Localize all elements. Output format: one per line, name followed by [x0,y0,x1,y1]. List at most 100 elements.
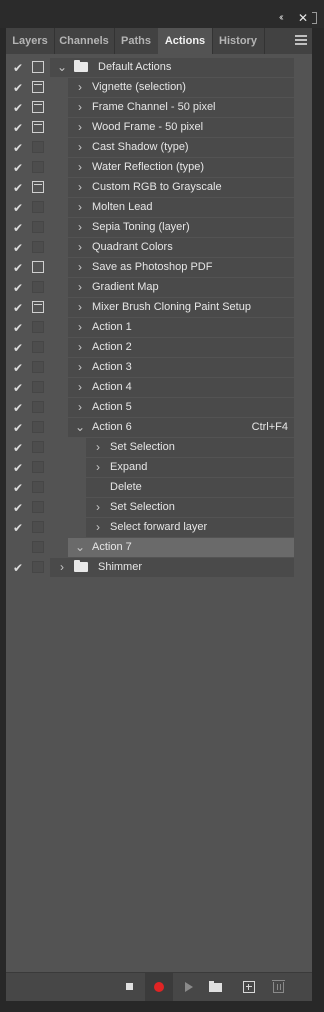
toggle-dialog-icon[interactable] [32,321,44,333]
action-step-row[interactable]: ✔ › Set Selection [6,498,296,518]
chevron-right-icon[interactable]: › [74,358,86,377]
panel-menu-icon[interactable] [295,35,307,46]
action-item-content[interactable]: › Water Reflection (type) [68,158,294,177]
action-item-content[interactable]: › Cast Shadow (type) [68,138,294,157]
toggle-dialog-icon[interactable] [32,201,44,213]
delete-button[interactable] [264,973,292,1001]
tab-actions[interactable]: Actions [158,28,213,54]
toggle-dialog-icon[interactable] [32,401,44,413]
chevron-right-icon[interactable]: › [74,338,86,357]
action-row[interactable]: ✔ › Quadrant Colors [6,238,296,258]
toggle-dialog-icon[interactable] [32,281,44,293]
toggle-item-checkbox[interactable]: ✔ [10,438,26,458]
chevron-right-icon[interactable]: › [92,438,104,457]
action-row[interactable]: ✔ › Molten Lead [6,198,296,218]
toggle-item-checkbox[interactable]: ✔ [10,558,26,578]
toggle-item-checkbox[interactable]: ✔ [10,158,26,178]
collapse-panel-icon[interactable]: ‹‹ [279,12,283,23]
action-step-row[interactable]: ✔ › Set Selection [6,438,296,458]
action-item-content[interactable]: › Quadrant Colors [68,238,294,257]
action-item-content[interactable]: › Action 3 [68,358,294,377]
toggle-dialog-icon[interactable] [32,341,44,353]
toggle-item-checkbox[interactable]: ✔ [10,318,26,338]
toggle-dialog-icon[interactable] [32,181,44,193]
action-item-content[interactable]: › Custom RGB to Grayscale [68,178,294,197]
chevron-right-icon[interactable]: › [92,458,104,477]
toggle-dialog-icon[interactable] [32,301,44,313]
action-item-content[interactable]: › Select forward layer [86,518,294,537]
action-row[interactable]: ✔ › Vignette (selection) [6,78,296,98]
chevron-right-icon[interactable]: › [56,558,68,577]
action-item-content[interactable]: › Action 2 [68,338,294,357]
action-row[interactable]: ⌄ Action 7 [6,538,296,558]
tab-paths[interactable]: Paths [114,28,159,54]
toggle-dialog-icon[interactable] [32,501,44,513]
chevron-right-icon[interactable]: › [74,98,86,117]
toggle-dialog-icon[interactable] [32,441,44,453]
action-row[interactable]: ✔ › Gradient Map [6,278,296,298]
toggle-item-checkbox[interactable]: ✔ [10,518,26,538]
action-item-content[interactable]: › Wood Frame - 50 pixel [68,118,294,137]
action-item-content[interactable]: › Action 4 [68,378,294,397]
chevron-right-icon[interactable]: › [74,198,86,217]
toggle-item-checkbox[interactable]: ✔ [10,218,26,238]
toggle-item-checkbox[interactable]: ✔ [10,498,26,518]
chevron-right-icon[interactable]: › [74,218,86,237]
action-row[interactable]: ✔ › Custom RGB to Grayscale [6,178,296,198]
toggle-dialog-icon[interactable] [32,421,44,433]
tab-channels[interactable]: Channels [54,28,115,54]
toggle-item-checkbox[interactable] [10,538,26,558]
chevron-right-icon[interactable]: › [74,258,86,277]
chevron-right-icon[interactable]: › [74,278,86,297]
toggle-item-checkbox[interactable]: ✔ [10,138,26,158]
action-row[interactable]: ✔ › Frame Channel - 50 pixel [6,98,296,118]
toggle-dialog-icon[interactable] [32,481,44,493]
toggle-dialog-icon[interactable] [32,121,44,133]
action-step-row[interactable]: ✔ › Expand [6,458,296,478]
action-item-content[interactable]: › Sepia Toning (layer) [68,218,294,237]
toggle-item-checkbox[interactable]: ✔ [10,238,26,258]
action-row[interactable]: ✔ › Action 3 [6,358,296,378]
action-row[interactable]: ✔ › Action 2 [6,338,296,358]
toggle-dialog-icon[interactable] [32,221,44,233]
record-button[interactable] [145,973,173,1001]
chevron-right-icon[interactable]: › [74,178,86,197]
chevron-right-icon[interactable]: › [74,298,86,317]
action-set-row[interactable]: ✔ ⌄ Default Actions [6,58,296,78]
action-item-content[interactable]: › Set Selection [86,438,294,457]
action-item-content[interactable]: › Set Selection [86,498,294,517]
toggle-dialog-icon[interactable] [32,81,44,93]
chevron-right-icon[interactable]: › [92,498,104,517]
chevron-right-icon[interactable]: › [74,378,86,397]
tab-layers[interactable]: Layers [6,28,55,54]
action-row[interactable]: ✔ ⌄ Action 6 Ctrl+F4 [6,418,296,438]
toggle-dialog-icon[interactable] [32,361,44,373]
chevron-right-icon[interactable]: › [74,158,86,177]
action-item-content[interactable]: › Expand [86,458,294,477]
action-row[interactable]: ✔ › Action 1 [6,318,296,338]
action-item-content[interactable]: › Gradient Map [68,278,294,297]
close-panel-icon[interactable]: ✕ [298,11,308,25]
action-step-row[interactable]: ✔ Delete [6,478,296,498]
chevron-right-icon[interactable]: › [74,398,86,417]
toggle-item-checkbox[interactable]: ✔ [10,338,26,358]
toggle-dialog-icon[interactable] [32,241,44,253]
action-item-content[interactable]: › Action 5 [68,398,294,417]
toggle-item-checkbox[interactable]: ✔ [10,358,26,378]
action-row[interactable]: ✔ › Cast Shadow (type) [6,138,296,158]
toggle-dialog-icon[interactable] [32,101,44,113]
toggle-item-checkbox[interactable]: ✔ [10,258,26,278]
chevron-right-icon[interactable]: › [92,518,104,537]
action-item-content[interactable]: › Action 1 [68,318,294,337]
toggle-item-checkbox[interactable]: ✔ [10,458,26,478]
toggle-dialog-icon[interactable] [32,561,44,573]
chevron-down-icon[interactable]: ⌄ [74,538,86,557]
action-item-content[interactable]: ⌄ Action 6 Ctrl+F4 [68,418,294,437]
toggle-item-checkbox[interactable]: ✔ [10,478,26,498]
toggle-item-checkbox[interactable]: ✔ [10,378,26,398]
action-item-content[interactable]: › Mixer Brush Cloning Paint Setup [68,298,294,317]
toggle-dialog-icon[interactable] [32,261,44,273]
toggle-item-checkbox[interactable]: ✔ [10,298,26,318]
action-row[interactable]: ✔ › Action 5 [6,398,296,418]
chevron-down-icon[interactable]: ⌄ [74,418,86,437]
